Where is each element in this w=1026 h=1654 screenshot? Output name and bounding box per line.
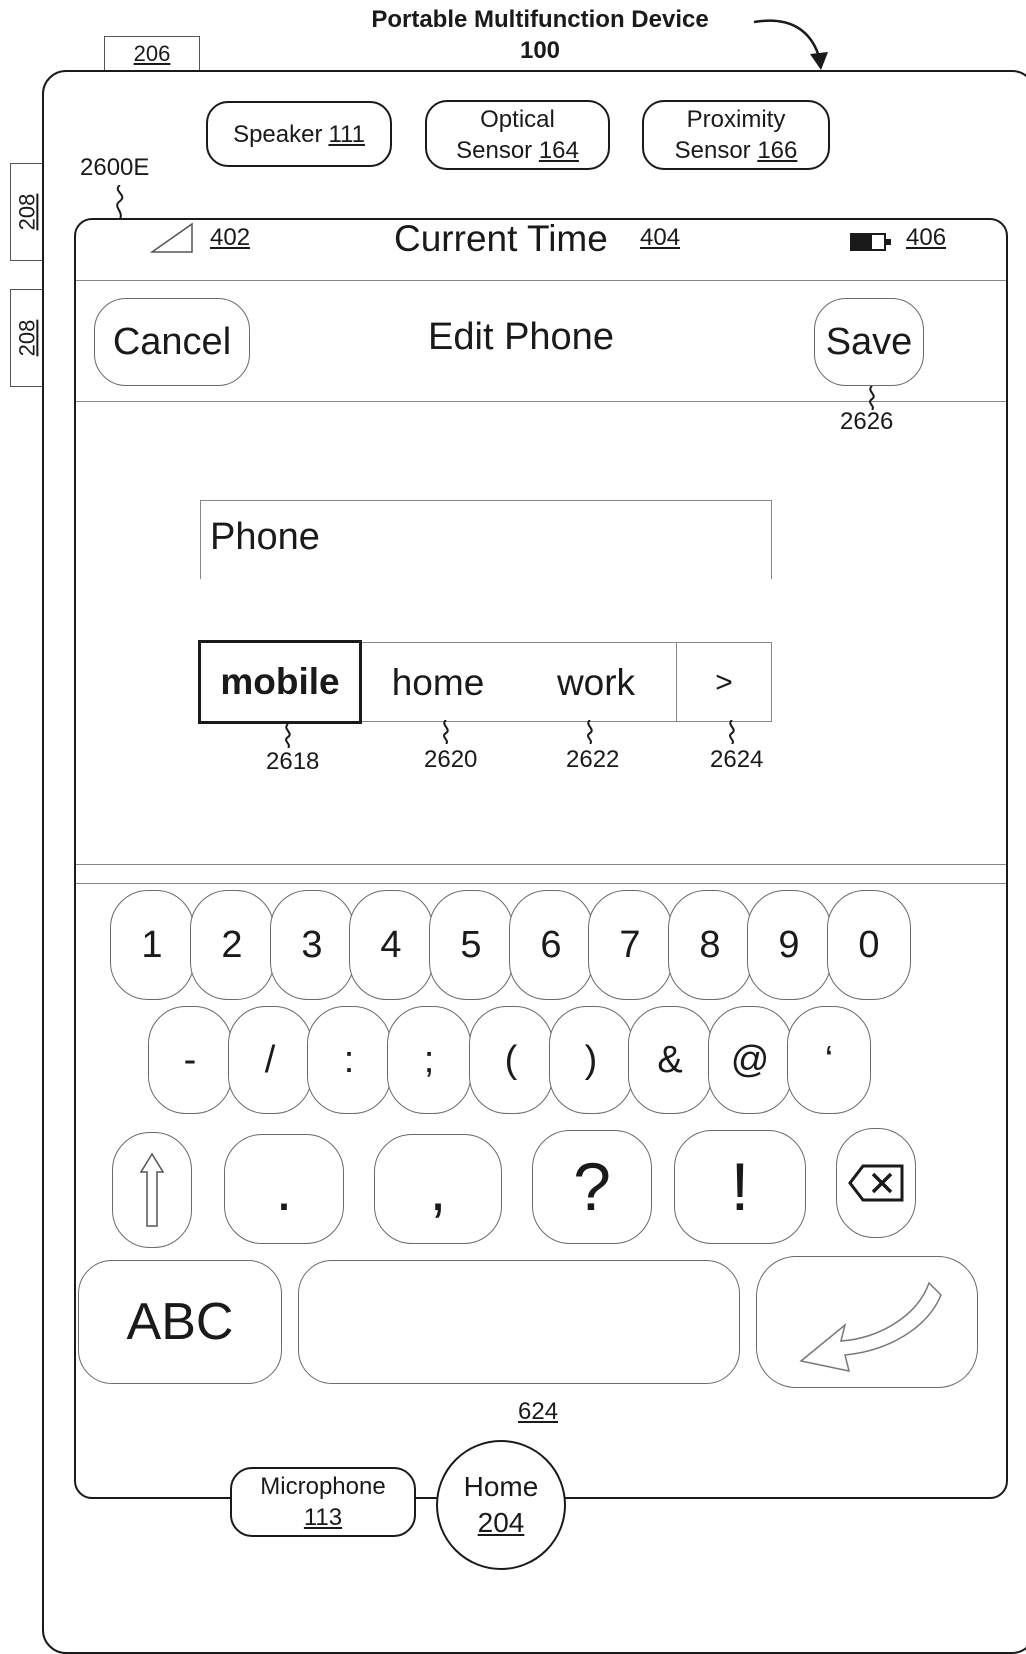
key-8[interactable]: 8 (668, 890, 752, 1000)
device-title: Portable Multifunction Device (371, 6, 709, 33)
key-at[interactable]: @ (708, 1006, 792, 1114)
save-ref: 2626 (840, 408, 894, 435)
time-ref: 404 (640, 224, 681, 251)
speaker-ref: 111 (328, 120, 365, 148)
key-quote[interactable]: ‘ (787, 1006, 871, 1114)
proximity-label: Proximity (686, 106, 786, 133)
microphone-ref: 113 (303, 1504, 343, 1531)
key-question[interactable]: ? (532, 1130, 652, 1244)
save-ref-squiggle (869, 386, 875, 410)
save-button[interactable]: Save (814, 298, 924, 386)
keyboard-top-border (76, 864, 1006, 884)
phone-field-label: Phone (210, 516, 320, 558)
key-3[interactable]: 3 (270, 890, 354, 1000)
abc-key[interactable]: ABC (78, 1260, 282, 1384)
label-ref-squiggle (443, 720, 449, 744)
home-label: Home (463, 1471, 539, 1502)
label-more-button[interactable]: > (678, 644, 770, 722)
backspace-key[interactable] (836, 1128, 916, 1238)
microphone-label: Microphone (260, 1473, 386, 1500)
key-colon[interactable]: : (307, 1006, 391, 1114)
mobile-ref: 2618 (266, 748, 320, 775)
key-semicolon[interactable]: ; (387, 1006, 471, 1114)
key-4[interactable]: 4 (349, 890, 433, 1000)
key-close-paren[interactable]: ) (549, 1006, 633, 1114)
key-slash[interactable]: / (228, 1006, 312, 1114)
key-7[interactable]: 7 (588, 890, 672, 1000)
key-ampersand[interactable]: & (628, 1006, 712, 1114)
optical-ref: 164 (538, 137, 579, 164)
work-ref: 2622 (566, 746, 620, 773)
speaker-box: Speaker 111 (206, 101, 392, 167)
microphone-box: Microphone 113 (230, 1467, 416, 1537)
key-period[interactable]: . (224, 1134, 344, 1244)
home-ref: 204 (477, 1507, 525, 1538)
screen-ref: 2600E (80, 154, 150, 181)
key-open-paren[interactable]: ( (469, 1006, 553, 1114)
top-button-ref: 206 (133, 41, 171, 66)
speaker-label: Speaker (233, 120, 323, 148)
label-divider (676, 642, 677, 722)
volume-ref-lower: 208 (14, 319, 39, 357)
label-option-work[interactable]: work (518, 644, 674, 722)
key-2[interactable]: 2 (190, 890, 274, 1000)
optical-sensor-label: Sensor (456, 137, 533, 164)
key-1[interactable]: 1 (110, 890, 194, 1000)
key-5[interactable]: 5 (429, 890, 513, 1000)
label-ref-squiggle (587, 720, 593, 744)
space-bar[interactable] (298, 1260, 740, 1384)
label-option-mobile[interactable]: mobile (198, 640, 362, 724)
return-arrow-icon (799, 1281, 942, 1372)
optical-label: Optical (480, 106, 555, 133)
volume-tab-lower: 208 (10, 289, 44, 387)
key-6[interactable]: 6 (509, 890, 593, 1000)
more-ref: 2624 (710, 746, 764, 773)
signal-ref: 402 (210, 224, 251, 251)
key-exclamation[interactable]: ! (674, 1130, 806, 1244)
device-ref: 100 (519, 37, 561, 64)
touch-screen: 402 Current Time 404 406 Cancel Edit Pho… (74, 218, 1008, 1499)
backspace-icon (848, 1164, 904, 1202)
cancel-button[interactable]: Cancel (94, 298, 250, 386)
battery-ref: 406 (906, 224, 947, 251)
volume-ref-upper: 208 (14, 193, 39, 231)
proximity-sensor-box: Proximity Sensor 166 (642, 100, 830, 170)
label-ref-squiggle (729, 720, 735, 744)
label-option-home[interactable]: home (360, 644, 516, 722)
current-time: Current Time (394, 218, 608, 259)
screen-ref-squiggle (116, 185, 124, 219)
home-ref: 2620 (424, 746, 478, 773)
shift-key[interactable] (112, 1132, 192, 1248)
keyboard-ref: 624 (518, 1398, 559, 1425)
shift-arrow-icon (139, 1152, 165, 1227)
signal-icon (150, 222, 193, 253)
proximity-ref: 166 (757, 137, 798, 164)
diagram-title: Portable Multifunction Device 100 (300, 4, 780, 66)
return-key[interactable] (756, 1256, 978, 1388)
top-button-tab: 206 (104, 36, 200, 72)
key-0[interactable]: 0 (827, 890, 911, 1000)
volume-tab-upper: 208 (10, 163, 44, 261)
key-9[interactable]: 9 (747, 890, 831, 1000)
label-ref-squiggle (285, 724, 291, 748)
battery-icon (850, 233, 891, 251)
proximity-sensor-label: Sensor (674, 137, 751, 164)
optical-sensor-box: Optical Sensor 164 (425, 100, 610, 170)
key-hyphen[interactable]: - (148, 1006, 232, 1114)
home-button[interactable]: Home 204 (436, 1440, 566, 1570)
key-comma[interactable]: , (374, 1134, 502, 1244)
nav-title: Edit Phone (428, 316, 614, 358)
